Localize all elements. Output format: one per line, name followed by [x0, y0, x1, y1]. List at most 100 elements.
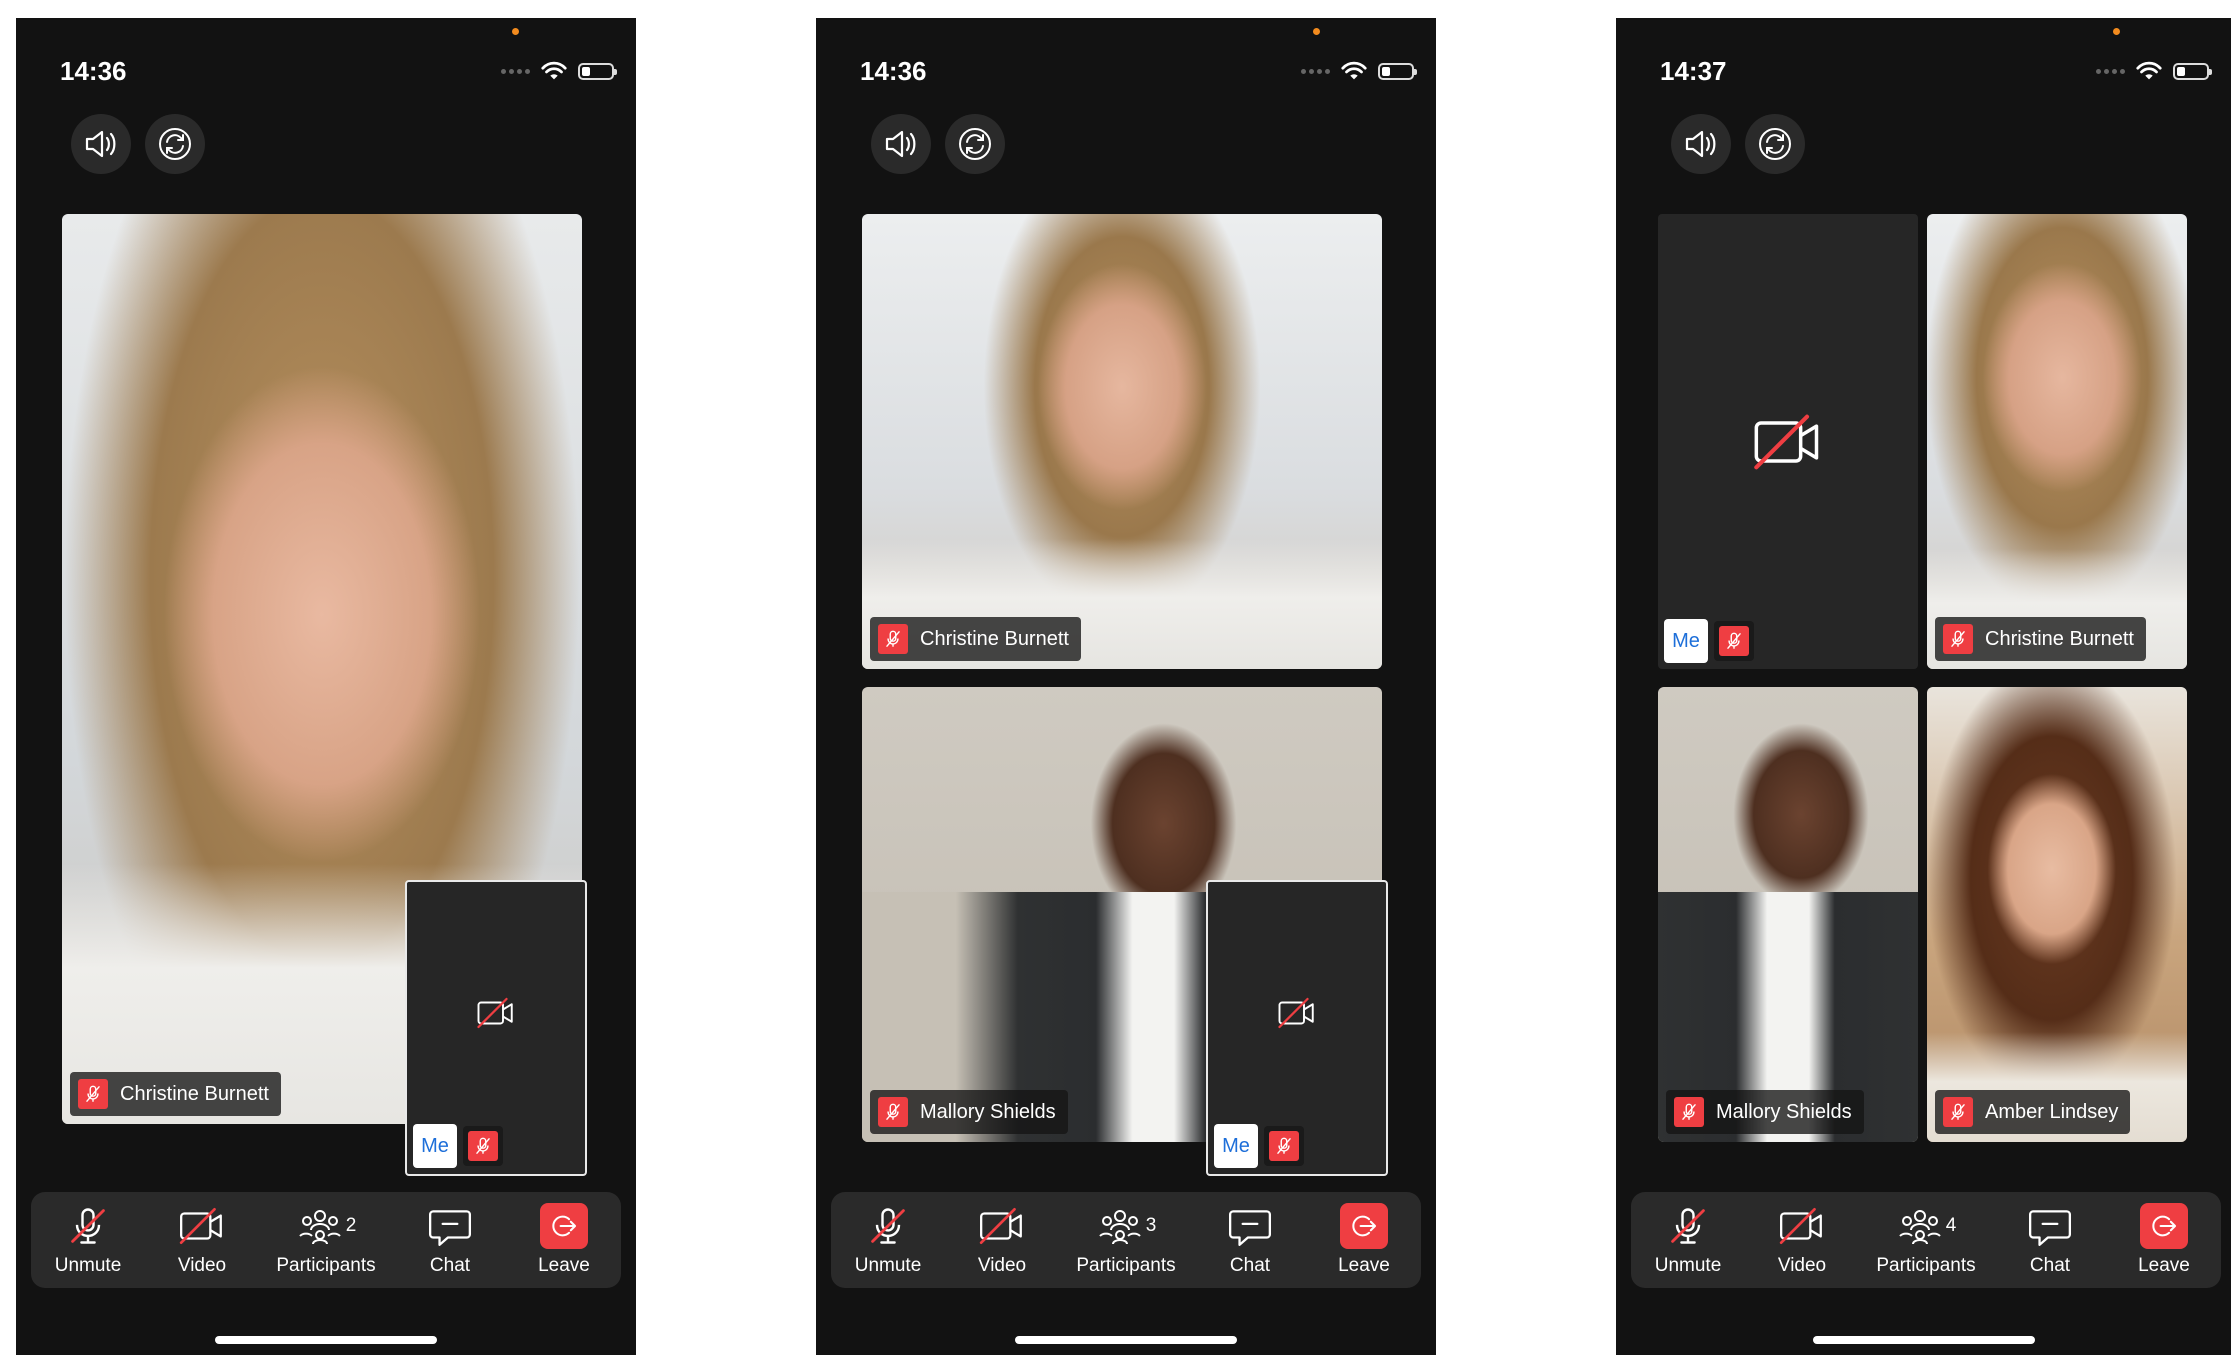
self-tag: Me: [1664, 619, 1754, 663]
phone-screen-1: 14:36 Christine Burnett Me Unmute Video …: [16, 18, 636, 1355]
leave-button[interactable]: Leave: [1314, 1203, 1414, 1277]
chat-label: Chat: [1229, 1255, 1271, 1276]
video-label: Video: [177, 1255, 227, 1276]
wifi-icon: [1340, 60, 1368, 82]
unmute-label: Unmute: [54, 1255, 122, 1276]
unmute-label: Unmute: [1654, 1255, 1722, 1276]
video-button[interactable]: Video: [952, 1203, 1052, 1277]
battery-icon: [578, 62, 617, 80]
status-bar-icons: [2096, 60, 2212, 82]
participants-icon: [296, 1206, 344, 1246]
video-label: Video: [977, 1255, 1027, 1276]
unmute-button[interactable]: Unmute: [1638, 1203, 1738, 1277]
self-view-pip[interactable]: Me: [405, 880, 587, 1176]
camera-switch-icon: [155, 124, 195, 164]
video-button[interactable]: Video: [152, 1203, 252, 1277]
speaker-button[interactable]: [871, 114, 931, 174]
speaker-icon: [81, 124, 121, 164]
mic-off-icon: [1269, 1131, 1299, 1161]
leave-button[interactable]: Leave: [2114, 1203, 2214, 1277]
mic-off-icon: [1674, 1097, 1704, 1127]
participant-name: Christine Burnett: [120, 1082, 269, 1105]
camera-switch-button[interactable]: [945, 114, 1005, 174]
leave-button[interactable]: Leave: [514, 1203, 614, 1277]
phone-screen-3: 14:37 Me Christine Burnett Mallory Shiel…: [1616, 18, 2231, 1355]
video-off-icon: [475, 995, 517, 1031]
speaker-button[interactable]: [1671, 114, 1731, 174]
chat-label: Chat: [429, 1255, 471, 1276]
battery-icon: [1378, 62, 1417, 80]
self-tag: Me: [1214, 1124, 1304, 1168]
participants-icon: [1096, 1206, 1144, 1246]
call-toolbar: Unmute Video 4 Participants Chat Leave: [1631, 1192, 2221, 1288]
self-tile[interactable]: Me: [1658, 214, 1918, 669]
video-off-icon: [1777, 1205, 1827, 1247]
mic-off-icon: [78, 1079, 108, 1109]
speaker-icon: [881, 124, 921, 164]
wifi-icon: [2135, 60, 2163, 82]
participant-name: Christine Burnett: [1985, 627, 2134, 650]
unmute-button[interactable]: Unmute: [838, 1203, 938, 1277]
participants-button[interactable]: 4 Participants: [1866, 1203, 1986, 1277]
leave-icon: [547, 1209, 581, 1243]
recording-indicator: [512, 28, 519, 35]
participant-tile-christine[interactable]: Christine Burnett: [862, 214, 1382, 669]
battery-icon: [2173, 62, 2212, 80]
mic-off-icon: [1943, 1097, 1973, 1127]
participant-count: 2: [345, 1215, 357, 1236]
leave-label: Leave: [538, 1255, 590, 1276]
mic-off-icon: [878, 624, 908, 654]
status-bar-icons: [1301, 60, 1417, 82]
self-view-pip[interactable]: Me: [1206, 880, 1388, 1176]
chat-button[interactable]: Chat: [2000, 1203, 2100, 1277]
status-time: 14:36: [60, 56, 127, 86]
participants-button[interactable]: 3 Participants: [1066, 1203, 1186, 1277]
camera-switch-button[interactable]: [1745, 114, 1805, 174]
call-toolbar: Unmute Video 2 Participants Chat Leave: [31, 1192, 621, 1288]
mic-off-icon: [66, 1204, 110, 1248]
chat-button[interactable]: Chat: [400, 1203, 500, 1277]
me-label: Me: [1214, 1124, 1258, 1168]
mic-off-icon: [878, 1097, 908, 1127]
signal-icon: [2096, 68, 2125, 74]
speaker-icon: [1681, 124, 1721, 164]
video-button[interactable]: Video: [1752, 1203, 1852, 1277]
participants-button[interactable]: 2 Participants: [266, 1203, 386, 1277]
chat-label: Chat: [2029, 1255, 2071, 1276]
recording-indicator: [1313, 28, 1320, 35]
unmute-button[interactable]: Unmute: [38, 1203, 138, 1277]
participant-tile-amber[interactable]: Amber Lindsey: [1927, 687, 2187, 1142]
participant-name-tag: Mallory Shields: [870, 1090, 1068, 1134]
me-label: Me: [1664, 619, 1708, 663]
home-indicator: [1015, 1336, 1237, 1344]
chat-button[interactable]: Chat: [1200, 1203, 1300, 1277]
participants-label: Participants: [1876, 1255, 1976, 1276]
speaker-button[interactable]: [71, 114, 131, 174]
video-off-icon: [977, 1205, 1027, 1247]
chat-icon: [1227, 1205, 1273, 1247]
status-time: 14:36: [860, 56, 927, 86]
participants-icon: [1896, 1206, 1944, 1246]
signal-icon: [501, 68, 530, 74]
leave-icon: [1347, 1209, 1381, 1243]
camera-switch-button[interactable]: [145, 114, 205, 174]
self-tag: Me: [413, 1124, 503, 1168]
participant-name: Christine Burnett: [920, 627, 1069, 650]
participant-name-tag: Christine Burnett: [870, 617, 1081, 661]
home-indicator: [1812, 1336, 2035, 1344]
participant-tile-christine[interactable]: Christine Burnett: [1927, 214, 2187, 669]
phone-screen-2: 14:36 Christine Burnett Mallory Shields …: [816, 18, 1436, 1355]
leave-label: Leave: [1338, 1255, 1390, 1276]
participant-tile-mallory[interactable]: Mallory Shields: [1658, 687, 1918, 1142]
signal-icon: [1301, 68, 1330, 74]
status-bar-icons: [501, 60, 617, 82]
mic-off-icon: [1719, 626, 1749, 656]
mic-off-icon: [468, 1131, 498, 1161]
mic-off-icon: [1943, 624, 1973, 654]
participants-label: Participants: [1076, 1255, 1176, 1276]
chat-icon: [427, 1205, 473, 1247]
home-indicator: [215, 1336, 437, 1344]
self-mic-status: [1714, 621, 1754, 661]
participant-name-tag: Christine Burnett: [1935, 617, 2146, 661]
unmute-label: Unmute: [854, 1255, 922, 1276]
